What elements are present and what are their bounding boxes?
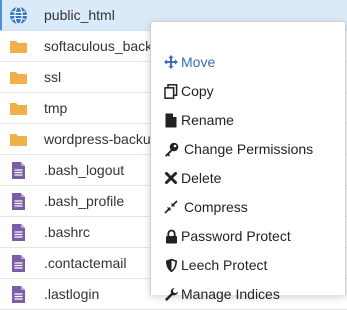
context-menu: Move Copy Rename Change Permissions Dele… [150,21,346,302]
menu-item-label: Rename [181,112,234,128]
globe-icon [9,6,28,25]
selection-indicator [0,0,2,30]
wrench-icon [163,286,179,302]
menu-item-label: Manage Indices [181,286,280,302]
menu-item-label: Move [181,54,216,70]
menu-item-label: Change Permissions [184,141,314,157]
file-name: .contactemail [44,255,127,271]
file-name: .bashrc [44,224,90,240]
key-icon [163,141,179,157]
file-name: tmp [44,100,68,116]
file-name: public_html [44,7,115,23]
x-icon [163,170,179,186]
lock-icon [163,228,179,244]
file-name: softaculous_backups [44,38,154,54]
menu-item-label: Copy [181,83,214,99]
folder-icon [9,37,28,56]
move-icon [163,54,179,70]
file-name: ssl [44,69,62,85]
file-name: wordpress-backups [44,131,154,147]
copy-icon [163,83,179,99]
compress-icon [163,199,179,215]
file-icon [163,112,179,128]
folder-icon [9,130,28,149]
file-icon [9,254,28,273]
file-name: .bash_profile [44,193,125,209]
menu-item-label: Password Protect [181,228,291,244]
shield-icon [163,257,179,273]
file-icon [9,192,28,211]
menu-item-label: Leech Protect [181,257,268,273]
folder-icon [9,68,28,87]
file-name: .bash_logout [44,162,125,178]
menu-item-label: Compress [184,199,248,215]
menu-item-label: Delete [181,170,222,186]
folder-icon [9,99,28,118]
file-icon [9,161,28,180]
file-icon [9,223,28,242]
